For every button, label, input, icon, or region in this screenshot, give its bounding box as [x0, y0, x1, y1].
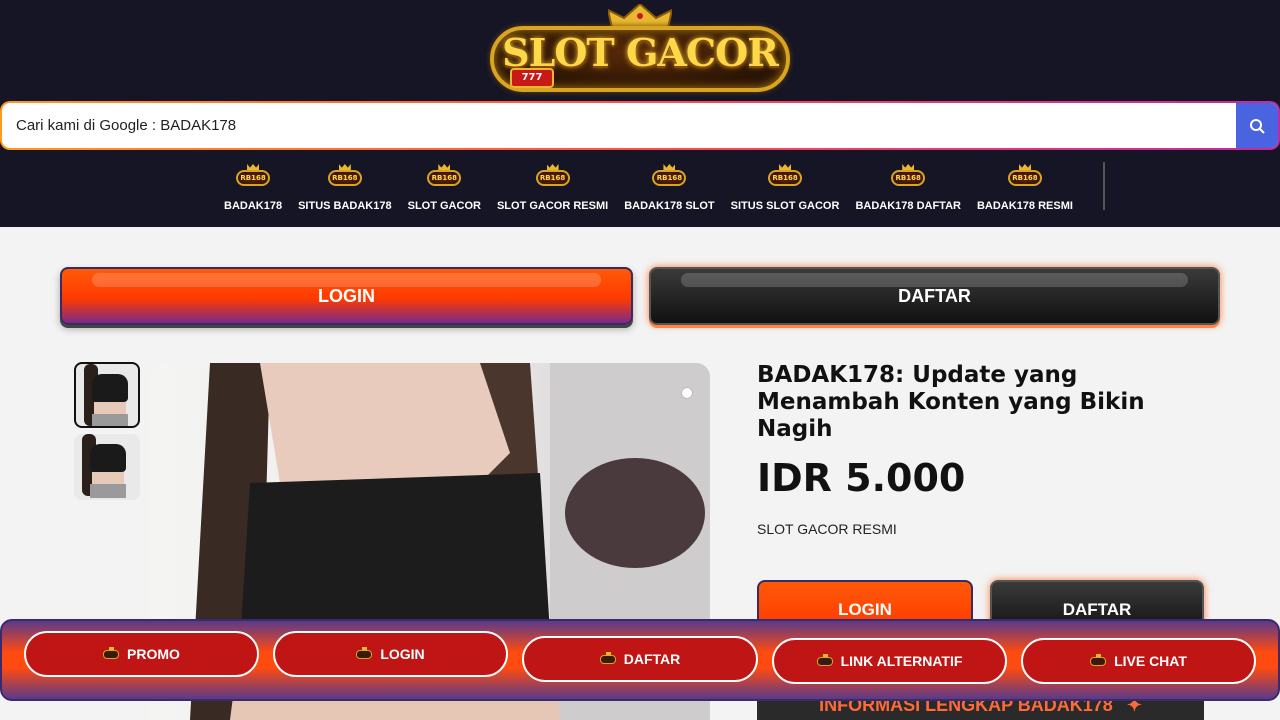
product-login-label: LOGIN [838, 600, 892, 619]
search-button[interactable] [1236, 103, 1278, 148]
nav-item-badak178-daftar[interactable]: RB168 BADAK178 DAFTAR [847, 164, 969, 218]
crown-logo-icon [599, 651, 616, 664]
site-logo[interactable]: SLOT GACOR 777 [490, 4, 790, 98]
nav-item-slot-gacor-resmi[interactable]: RB168 SLOT GACOR RESMI [489, 164, 616, 218]
crown-logo-icon [816, 653, 833, 666]
crown-logo-icon [103, 646, 120, 659]
product-subtitle: SLOT GACOR RESMI [757, 521, 897, 537]
nav-item-badak178-resmi[interactable]: RB168 BADAK178 RESMI [969, 164, 1081, 218]
crown-logo-icon [1090, 653, 1107, 666]
bottom-daftar-label: DAFTAR [623, 651, 681, 667]
main-nav: RB168 BADAK178 RB168 SITUS BADAK178 RB16… [216, 164, 1081, 218]
nav-item-badak178[interactable]: RB168 BADAK178 [216, 164, 290, 218]
product-daftar-label: DAFTAR [1062, 600, 1132, 619]
nav-item-situs-badak178[interactable]: RB168 SITUS BADAK178 [290, 164, 400, 218]
rb168-logo-icon: RB168 [1006, 164, 1044, 188]
rb168-logo-icon: RB168 [534, 164, 572, 188]
product-price: IDR 5.000 [757, 456, 966, 500]
nav-item-label: SITUS BADAK178 [298, 200, 392, 212]
product-title: BADAK178: Update yang Menambah Konten ya… [757, 362, 1145, 442]
site-header: SLOT GACOR 777 RB168 BADAK178 RB168 SITU… [0, 0, 1280, 227]
live-chat-button[interactable]: LIVE CHAT [1021, 638, 1256, 684]
promo-label: PROMO [127, 646, 180, 662]
link-alternatif-button[interactable]: LINK ALTERNATIF [772, 638, 1007, 684]
rb168-logo-icon: RB168 [234, 164, 272, 188]
rb168-logo-icon: RB168 [650, 164, 688, 188]
nav-item-label: BADAK178 [224, 200, 283, 212]
daftar-button-label: DAFTAR [898, 285, 971, 306]
nav-item-label: SLOT GACOR [407, 200, 481, 212]
product-thumbnail-1[interactable] [74, 362, 140, 428]
bottom-daftar-button[interactable]: DAFTAR [522, 636, 758, 682]
login-button[interactable]: LOGIN [60, 267, 633, 325]
bottom-login-button[interactable]: LOGIN [273, 631, 508, 677]
crown-logo-icon [356, 646, 373, 659]
daftar-button[interactable]: DAFTAR [649, 267, 1220, 325]
nav-item-label: BADAK178 RESMI [976, 200, 1073, 212]
nav-item-label: BADAK178 SLOT [624, 200, 715, 212]
search-icon [1250, 118, 1265, 134]
image-indicator-dot[interactable] [681, 387, 693, 399]
rb168-logo-icon: RB168 [889, 164, 927, 188]
nav-divider [1103, 162, 1105, 210]
login-button-label: LOGIN [318, 285, 375, 306]
search-input[interactable] [2, 103, 1238, 148]
nav-item-situs-slot-gacor[interactable]: RB168 SITUS SLOT GACOR [723, 164, 848, 218]
nav-item-label: SITUS SLOT GACOR [730, 200, 840, 212]
bottom-login-label: LOGIN [380, 646, 425, 662]
nav-item-label: BADAK178 DAFTAR [855, 200, 961, 212]
link-alternatif-label: LINK ALTERNATIF [840, 653, 963, 669]
rb168-logo-icon: RB168 [326, 164, 364, 188]
live-chat-label: LIVE CHAT [1114, 653, 1187, 669]
promo-button[interactable]: PROMO [24, 631, 259, 677]
product-thumbnail-2[interactable] [74, 434, 140, 500]
nav-item-slot-gacor[interactable]: RB168 SLOT GACOR [400, 164, 489, 218]
slot-reels-icon: 777 [510, 68, 554, 88]
nav-item-label: SLOT GACOR RESMI [496, 200, 609, 212]
rb168-logo-icon: RB168 [425, 164, 463, 188]
search-bar [0, 101, 1280, 150]
rb168-logo-icon: RB168 [766, 164, 804, 188]
nav-item-badak178-slot[interactable]: RB168 BADAK178 SLOT [616, 164, 722, 218]
